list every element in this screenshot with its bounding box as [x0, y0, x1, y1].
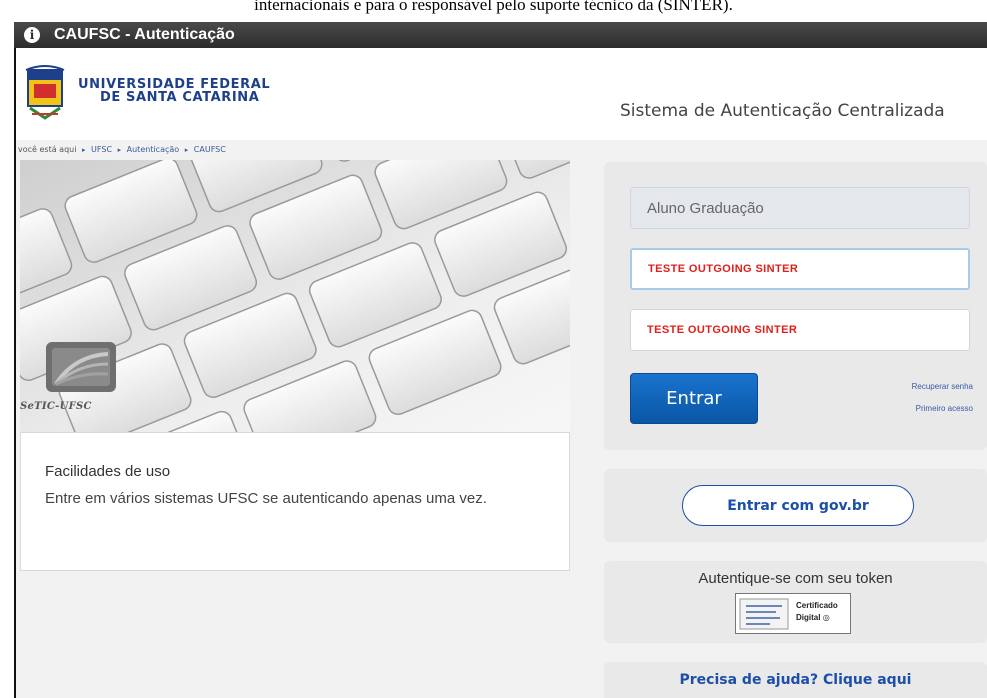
info-card-title: Facilidades de uso — [45, 463, 171, 480]
setic-logo-icon — [46, 342, 116, 392]
breadcrumb-separator-icon: ▸ — [184, 146, 189, 154]
breadcrumb: você está aqui ▸ UFSC ▸ Autenticação ▸ C… — [18, 145, 226, 157]
help-link[interactable]: Precisa de ajuda? Clique aqui — [680, 672, 912, 688]
token-panel: Autentique-se com seu token Certificado … — [604, 561, 987, 643]
page-content: UNIVERSIDADE FEDERAL DE SANTA CATARINA S… — [16, 48, 987, 698]
entrar-button[interactable]: Entrar — [630, 373, 758, 424]
govbr-button-prefix: Entrar com — [727, 497, 819, 514]
breadcrumb-item-autenticacao[interactable]: Autenticação — [127, 145, 180, 154]
window-titlebar: i CAUFSC - Autenticação — [14, 22, 987, 48]
setic-logo-label: SeTIC-UFSC — [20, 401, 92, 412]
certificate-label-line1: Certificado — [796, 601, 838, 610]
digital-certificate-button[interactable]: Certificado Digital ◎ — [735, 593, 851, 634]
window-title: CAUFSC - Autenticação — [54, 26, 235, 43]
university-name[interactable]: UNIVERSIDADE FEDERAL DE SANTA CATARINA — [78, 78, 308, 104]
certificate-label-line2: Digital ◎ — [796, 613, 830, 622]
document-caption: internacionais e para o responsável pelo… — [254, 0, 733, 14]
info-card: Facilidades de uso Entre em vários siste… — [20, 432, 570, 571]
breadcrumb-prefix: você está aqui — [18, 145, 77, 154]
govbr-login-button[interactable]: Entrar com gov.br — [682, 485, 914, 526]
govbr-brand-label: gov.br — [818, 497, 869, 514]
system-title: Sistema de Autenticação Centralizada — [620, 101, 945, 121]
token-title: Autentique-se com seu token — [698, 570, 893, 587]
username-input[interactable] — [630, 248, 970, 290]
info-icon[interactable]: i — [24, 27, 40, 43]
help-panel: Precisa de ajuda? Clique aqui — [604, 662, 987, 698]
page-header: UNIVERSIDADE FEDERAL DE SANTA CATARINA S… — [16, 48, 987, 140]
password-input[interactable] — [630, 309, 970, 351]
govbr-panel: Entrar com gov.br — [604, 469, 987, 542]
breadcrumb-item-ufsc[interactable]: UFSC — [91, 145, 112, 154]
breadcrumb-item-caufsc[interactable]: CAUFSC — [194, 145, 226, 154]
info-card-text: Entre em vários sistemas UFSC se autenti… — [45, 490, 487, 507]
certificate-label: Certificado Digital ◎ — [796, 600, 838, 624]
first-access-link[interactable]: Primeiro acesso — [916, 404, 973, 413]
breadcrumb-separator-icon: ▸ — [117, 146, 122, 154]
profile-field[interactable] — [630, 187, 970, 229]
ring-icon: ◎ — [822, 613, 830, 622]
ufsc-crest-icon[interactable] — [22, 62, 68, 124]
recover-password-link[interactable]: Recuperar senha — [912, 382, 973, 391]
university-name-line2: DE SANTA CATARINA — [100, 90, 260, 105]
breadcrumb-separator-icon: ▸ — [81, 146, 86, 154]
login-panel: Entrar Recuperar senha Primeiro acesso — [604, 162, 987, 450]
certificate-icon — [739, 598, 789, 630]
